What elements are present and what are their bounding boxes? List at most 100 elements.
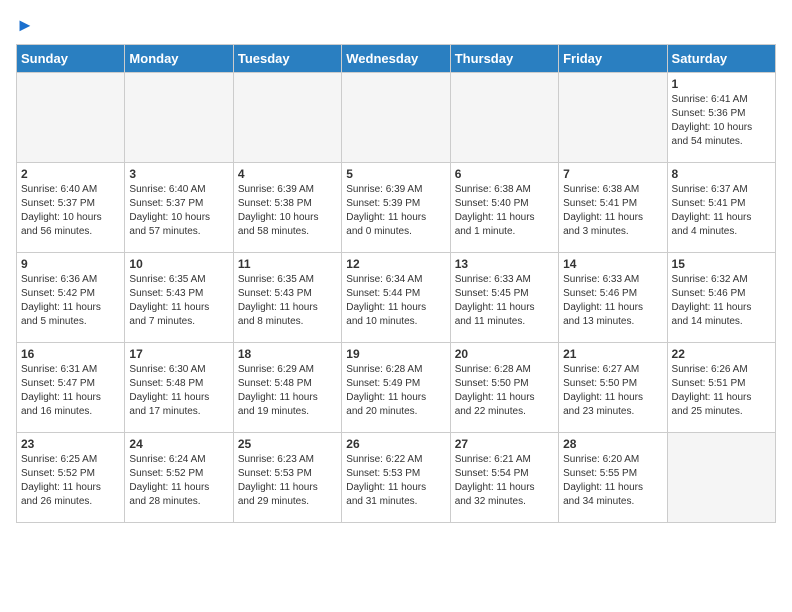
day-info: Sunrise: 6:34 AM Sunset: 5:44 PM Dayligh…: [346, 273, 445, 329]
day-info: Sunrise: 6:39 AM Sunset: 5:38 PM Dayligh…: [238, 183, 337, 239]
calendar-cell: [450, 72, 558, 162]
calendar-week-3: 16 Sunrise: 6:31 AM Sunset: 5:47 PM Dayli…: [17, 342, 776, 432]
day-number: 4: [238, 167, 337, 181]
calendar-cell: 16 Sunrise: 6:31 AM Sunset: 5:47 PM Dayli…: [17, 342, 125, 432]
day-number: 26: [346, 437, 445, 451]
day-number: 6: [455, 167, 554, 181]
day-info: Sunrise: 6:36 AM Sunset: 5:42 PM Dayligh…: [21, 273, 120, 329]
calendar-cell: 23 Sunrise: 6:25 AM Sunset: 5:52 PM Dayli…: [17, 432, 125, 522]
calendar-cell: 27Sunrise: 6:21 AM Sunset: 5:54 PM Dayli…: [450, 432, 558, 522]
calendar-cell: 5 Sunrise: 6:39 AM Sunset: 5:39 PM Daylig…: [342, 162, 450, 252]
calendar-cell: 11Sunrise: 6:35 AM Sunset: 5:43 PM Dayli…: [233, 252, 341, 342]
day-number: 28: [563, 437, 662, 451]
calendar-cell: 21 Sunrise: 6:27 AM Sunset: 5:50 PM Dayli…: [559, 342, 667, 432]
calendar-cell: 20 Sunrise: 6:28 AM Sunset: 5:50 PM Dayli…: [450, 342, 558, 432]
calendar-cell: 24 Sunrise: 6:24 AM Sunset: 5:52 PM Dayli…: [125, 432, 233, 522]
day-number: 23: [21, 437, 120, 451]
day-number: 10: [129, 257, 228, 271]
day-info: Sunrise: 6:33 AM Sunset: 5:45 PM Dayligh…: [455, 273, 554, 329]
day-info: Sunrise: 6:40 AM Sunset: 5:37 PM Dayligh…: [129, 183, 228, 239]
calendar-cell: 28 Sunrise: 6:20 AM Sunset: 5:55 PM Dayli…: [559, 432, 667, 522]
dow-header-tuesday: Tuesday: [233, 44, 341, 72]
day-number: 1: [672, 77, 771, 91]
day-number: 3: [129, 167, 228, 181]
day-info: Sunrise: 6:27 AM Sunset: 5:50 PM Dayligh…: [563, 363, 662, 419]
day-number: 7: [563, 167, 662, 181]
day-info: Sunrise: 6:28 AM Sunset: 5:50 PM Dayligh…: [455, 363, 554, 419]
calendar-cell: [559, 72, 667, 162]
day-info: Sunrise: 6:40 AM Sunset: 5:37 PM Dayligh…: [21, 183, 120, 239]
calendar-cell: [17, 72, 125, 162]
day-info: Sunrise: 6:21 AM Sunset: 5:54 PM Dayligh…: [455, 453, 554, 509]
calendar-cell: [125, 72, 233, 162]
calendar-cell: 15 Sunrise: 6:32 AM Sunset: 5:46 PM Dayli…: [667, 252, 775, 342]
day-info: Sunrise: 6:23 AM Sunset: 5:53 PM Dayligh…: [238, 453, 337, 509]
calendar-cell: [667, 432, 775, 522]
dow-header-wednesday: Wednesday: [342, 44, 450, 72]
calendar-cell: 10 Sunrise: 6:35 AM Sunset: 5:43 PM Dayli…: [125, 252, 233, 342]
day-number: 2: [21, 167, 120, 181]
day-number: 21: [563, 347, 662, 361]
day-number: 16: [21, 347, 120, 361]
calendar-cell: [233, 72, 341, 162]
day-number: 5: [346, 167, 445, 181]
day-number: 8: [672, 167, 771, 181]
calendar-table: SundayMondayTuesdayWednesdayThursdayFrid…: [16, 44, 776, 523]
day-number: 19: [346, 347, 445, 361]
day-info: Sunrise: 6:39 AM Sunset: 5:39 PM Dayligh…: [346, 183, 445, 239]
day-info: Sunrise: 6:32 AM Sunset: 5:46 PM Dayligh…: [672, 273, 771, 329]
day-info: Sunrise: 6:29 AM Sunset: 5:48 PM Dayligh…: [238, 363, 337, 419]
calendar-cell: 3 Sunrise: 6:40 AM Sunset: 5:37 PM Daylig…: [125, 162, 233, 252]
dow-header-monday: Monday: [125, 44, 233, 72]
day-info: Sunrise: 6:30 AM Sunset: 5:48 PM Dayligh…: [129, 363, 228, 419]
calendar-week-4: 23 Sunrise: 6:25 AM Sunset: 5:52 PM Dayli…: [17, 432, 776, 522]
day-info: Sunrise: 6:22 AM Sunset: 5:53 PM Dayligh…: [346, 453, 445, 509]
day-number: 24: [129, 437, 228, 451]
day-number: 13: [455, 257, 554, 271]
day-number: 17: [129, 347, 228, 361]
day-number: 25: [238, 437, 337, 451]
calendar-cell: 19 Sunrise: 6:28 AM Sunset: 5:49 PM Dayli…: [342, 342, 450, 432]
day-info: Sunrise: 6:24 AM Sunset: 5:52 PM Dayligh…: [129, 453, 228, 509]
logo-text: ►: [16, 16, 34, 36]
calendar-cell: 7 Sunrise: 6:38 AM Sunset: 5:41 PM Daylig…: [559, 162, 667, 252]
day-info: Sunrise: 6:35 AM Sunset: 5:43 PM Dayligh…: [238, 273, 337, 329]
day-number: 22: [672, 347, 771, 361]
calendar-cell: 13 Sunrise: 6:33 AM Sunset: 5:45 PM Dayli…: [450, 252, 558, 342]
calendar-cell: 8 Sunrise: 6:37 AM Sunset: 5:41 PM Daylig…: [667, 162, 775, 252]
day-number: 14: [563, 257, 662, 271]
calendar-cell: [342, 72, 450, 162]
day-of-week-row: SundayMondayTuesdayWednesdayThursdayFrid…: [17, 44, 776, 72]
day-info: Sunrise: 6:20 AM Sunset: 5:55 PM Dayligh…: [563, 453, 662, 509]
logo-icon-svg: ►: [16, 15, 34, 35]
dow-header-saturday: Saturday: [667, 44, 775, 72]
dow-header-friday: Friday: [559, 44, 667, 72]
day-info: Sunrise: 6:28 AM Sunset: 5:49 PM Dayligh…: [346, 363, 445, 419]
calendar-cell: 1Sunrise: 6:41 AM Sunset: 5:36 PM Daylig…: [667, 72, 775, 162]
day-info: Sunrise: 6:25 AM Sunset: 5:52 PM Dayligh…: [21, 453, 120, 509]
calendar-cell: 14Sunrise: 6:33 AM Sunset: 5:46 PM Dayli…: [559, 252, 667, 342]
day-info: Sunrise: 6:35 AM Sunset: 5:43 PM Dayligh…: [129, 273, 228, 329]
calendar-week-0: 1Sunrise: 6:41 AM Sunset: 5:36 PM Daylig…: [17, 72, 776, 162]
dow-header-sunday: Sunday: [17, 44, 125, 72]
calendar-body: 1Sunrise: 6:41 AM Sunset: 5:36 PM Daylig…: [17, 72, 776, 522]
calendar-cell: 2 Sunrise: 6:40 AM Sunset: 5:37 PM Daylig…: [17, 162, 125, 252]
calendar-week-2: 9 Sunrise: 6:36 AM Sunset: 5:42 PM Daylig…: [17, 252, 776, 342]
page-header: ►: [16, 16, 776, 36]
calendar-cell: 18 Sunrise: 6:29 AM Sunset: 5:48 PM Dayli…: [233, 342, 341, 432]
day-number: 15: [672, 257, 771, 271]
day-number: 9: [21, 257, 120, 271]
logo: ►: [16, 16, 34, 36]
dow-header-thursday: Thursday: [450, 44, 558, 72]
day-info: Sunrise: 6:38 AM Sunset: 5:40 PM Dayligh…: [455, 183, 554, 239]
day-number: 20: [455, 347, 554, 361]
calendar-cell: 26 Sunrise: 6:22 AM Sunset: 5:53 PM Dayli…: [342, 432, 450, 522]
day-info: Sunrise: 6:31 AM Sunset: 5:47 PM Dayligh…: [21, 363, 120, 419]
day-info: Sunrise: 6:38 AM Sunset: 5:41 PM Dayligh…: [563, 183, 662, 239]
day-number: 18: [238, 347, 337, 361]
day-number: 12: [346, 257, 445, 271]
calendar-cell: 25 Sunrise: 6:23 AM Sunset: 5:53 PM Dayli…: [233, 432, 341, 522]
calendar-cell: 9 Sunrise: 6:36 AM Sunset: 5:42 PM Daylig…: [17, 252, 125, 342]
day-info: Sunrise: 6:37 AM Sunset: 5:41 PM Dayligh…: [672, 183, 771, 239]
calendar-cell: 12 Sunrise: 6:34 AM Sunset: 5:44 PM Dayli…: [342, 252, 450, 342]
